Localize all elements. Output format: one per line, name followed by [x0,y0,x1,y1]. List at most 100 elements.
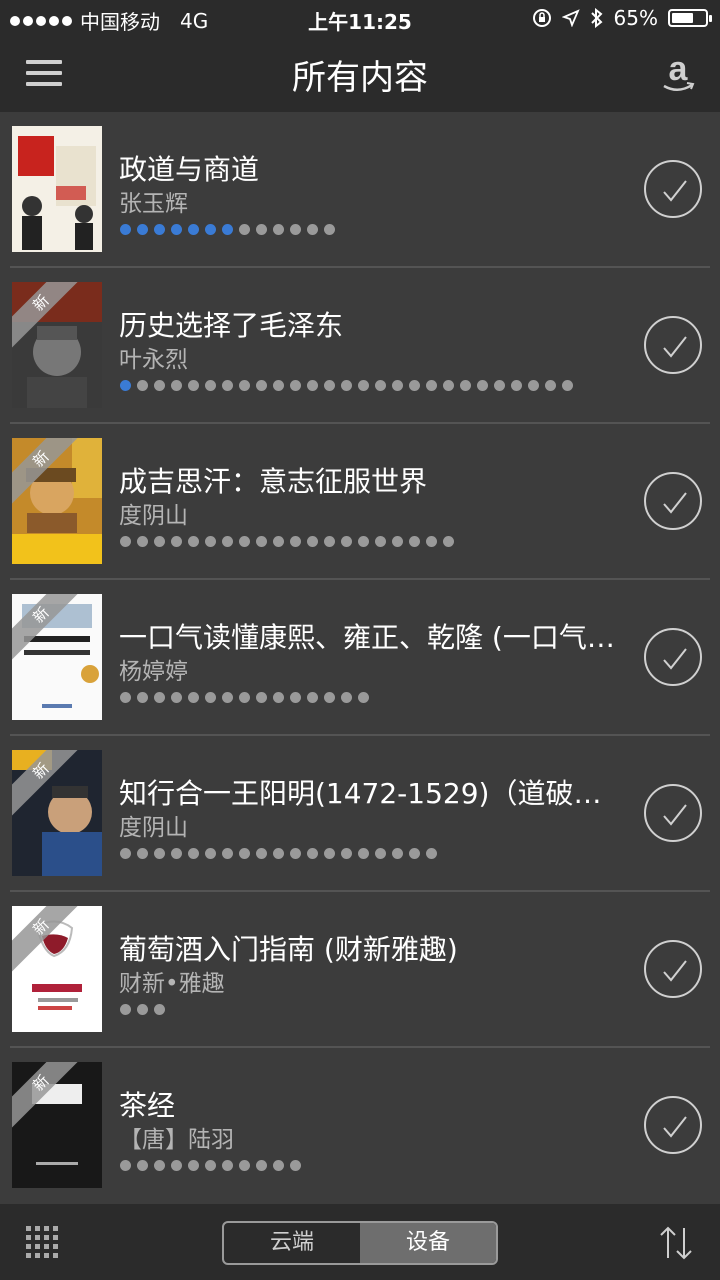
progress-dot-unread [154,692,165,703]
checkmark-icon [663,960,687,982]
progress-dot-unread [222,848,233,859]
amazon-store-button[interactable]: a [658,50,698,96]
book-row[interactable]: 新 茶经 【唐】陆羽 [0,1048,720,1204]
book-row[interactable]: 新 历史选择了毛泽东 叶永烈 [0,268,720,424]
cloud-tab[interactable]: 云端 [224,1223,360,1263]
book-title: 知行合一王阳明(1472-1529)（道破天… [119,777,619,810]
progress-dot-unread [256,1160,267,1171]
progress-dot-unread [137,536,148,547]
progress-dot-unread [239,224,250,235]
progress-dot-unread [171,692,182,703]
location-icon [561,9,580,27]
progress-dot-unread [239,1160,250,1171]
progress-dot-unread [137,1004,148,1015]
progress-dot-unread [443,380,454,391]
book-row[interactable]: 新 知行合一王阳明(1472-1529)（道破天… 度阴山 [0,736,720,892]
progress-dot-unread [324,224,335,235]
progress-dot-unread [307,848,318,859]
progress-dot-read [205,224,216,235]
progress-dot-unread [511,380,522,391]
progress-dot-unread [494,380,505,391]
progress-dot-unread [290,224,301,235]
progress-dot-unread [290,536,301,547]
progress-dot-unread [409,380,420,391]
progress-dot-unread [239,536,250,547]
progress-dot-unread [239,848,250,859]
progress-dot-unread [120,536,131,547]
progress-dot-unread [460,380,471,391]
progress-dot-unread [137,848,148,859]
downloaded-check-button[interactable] [644,316,702,374]
progress-dot-unread [307,380,318,391]
book-cover: 新 [12,750,102,876]
checkmark-icon [663,180,687,202]
book-author: 叶永烈 [119,347,188,373]
progress-dot-unread [358,692,369,703]
progress-dot-unread [392,848,403,859]
progress-dot-unread [171,1160,182,1171]
progress-dot-unread [205,692,216,703]
progress-dot-unread [273,224,284,235]
progress-dot-unread [239,692,250,703]
progress-dot-unread [341,692,352,703]
book-title: 成吉思汗：意志征服世界 [119,465,428,498]
progress-dot-unread [120,1004,131,1015]
checkmark-icon [663,492,687,514]
downloaded-check-button[interactable] [644,940,702,998]
progress-dot-unread [171,380,182,391]
grid-view-button[interactable] [26,1226,58,1258]
progress-dot-unread [409,536,420,547]
battery-icon [668,9,712,27]
bluetooth-icon [590,8,603,28]
progress-dot-unread [120,848,131,859]
sort-arrows-icon [660,1226,692,1260]
progress-dot-unread [120,1160,131,1171]
progress-dot-unread [426,380,437,391]
downloaded-check-button[interactable] [644,1096,702,1154]
book-author: 杨婷婷 [119,659,188,685]
downloaded-check-button[interactable] [644,160,702,218]
progress-dot-read [154,224,165,235]
progress-dot-unread [256,536,267,547]
progress-dot-read [120,224,131,235]
book-title: 一口气读懂康熙、雍正、乾隆 (一口气… [119,621,615,654]
amazon-logo-icon: a [663,50,695,91]
sort-button[interactable] [658,1224,694,1262]
library-source-toggle: 云端 设备 [222,1221,498,1265]
book-row[interactable]: 政道与商道 张玉辉 [0,112,720,268]
progress-dot-unread [273,848,284,859]
reading-progress [120,1004,165,1015]
progress-dot-unread [341,380,352,391]
device-tab[interactable]: 设备 [360,1223,496,1263]
progress-dot-unread [188,1160,199,1171]
progress-dot-unread [426,536,437,547]
progress-dot-unread [290,1160,301,1171]
progress-dot-unread [341,848,352,859]
progress-dot-unread [205,1160,216,1171]
progress-dot-unread [528,380,539,391]
progress-dot-unread [392,536,403,547]
book-title: 政道与商道 [119,153,260,186]
progress-dot-unread [477,380,488,391]
bottom-toolbar: 云端 设备 [0,1204,720,1280]
progress-dot-unread [154,536,165,547]
progress-dot-unread [545,380,556,391]
progress-dot-unread [324,692,335,703]
downloaded-check-button[interactable] [644,472,702,530]
book-row[interactable]: 新 葡萄酒入门指南 (财新雅趣) 财新•雅趣 [0,892,720,1048]
book-row[interactable]: 新 一口气读懂康熙、雍正、乾隆 (一口气… 杨婷婷 [0,580,720,736]
checkmark-icon [663,336,687,358]
progress-dot-unread [120,692,131,703]
book-cover: 新 [12,1062,102,1188]
book-row[interactable]: 新 成吉思汗：意志征服世界 度阴山 [0,424,720,580]
progress-dot-unread [273,1160,284,1171]
progress-dot-read [171,224,182,235]
downloaded-check-button[interactable] [644,784,702,842]
downloaded-check-button[interactable] [644,628,702,686]
progress-dot-unread [256,692,267,703]
book-title: 历史选择了毛泽东 [119,309,344,342]
book-cover: 新 [12,282,102,408]
progress-dot-unread [324,848,335,859]
progress-dot-unread [375,848,386,859]
progress-dot-unread [205,380,216,391]
